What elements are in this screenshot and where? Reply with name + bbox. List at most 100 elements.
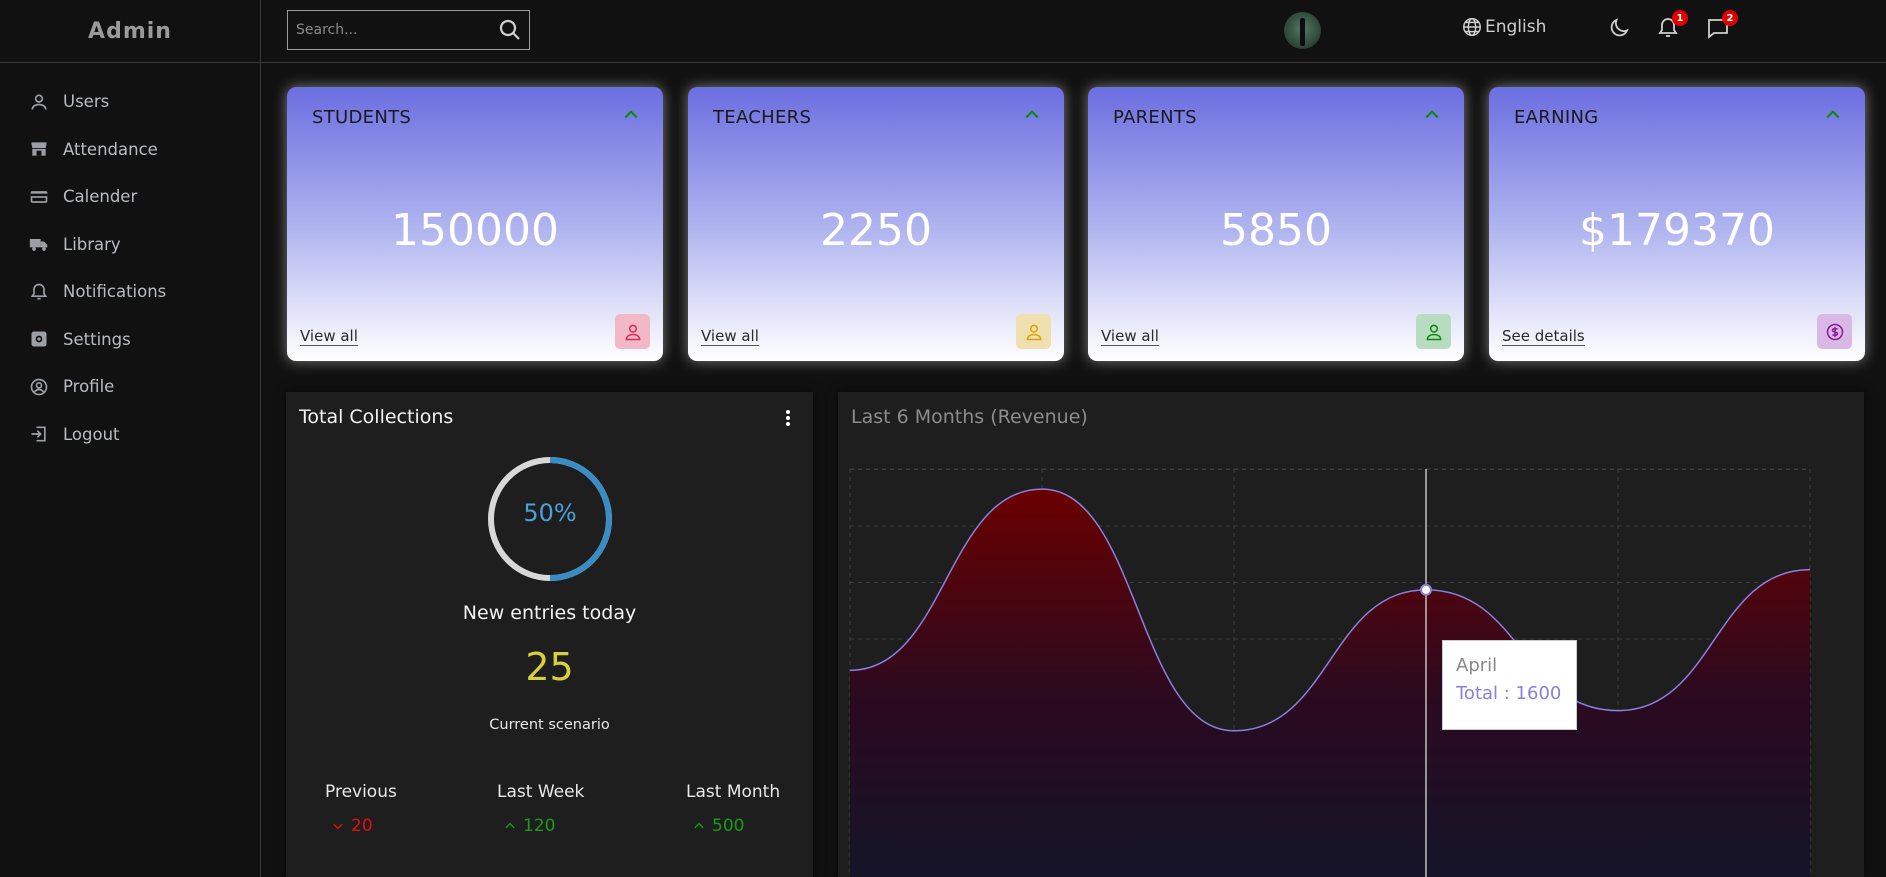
sidebar-nav: Users Attendance Calender Library Notifi… bbox=[0, 63, 260, 458]
theme-toggle-button[interactable] bbox=[1607, 16, 1631, 40]
globe-icon bbox=[1463, 18, 1481, 36]
card-title: EARNING bbox=[1514, 107, 1599, 128]
revenue-chart-panel: Last 6 Months (Revenue) April Total : 16… bbox=[838, 392, 1864, 877]
total-collections-panel: Total Collections 50% New entries today … bbox=[286, 392, 813, 877]
language-selector[interactable]: English bbox=[1461, 16, 1546, 38]
card-title: PARENTS bbox=[1113, 107, 1197, 128]
progress-label: 50% bbox=[523, 499, 577, 527]
card-icon-box bbox=[1016, 314, 1051, 349]
stat-value-row: 20 bbox=[325, 816, 397, 836]
gear-icon bbox=[31, 331, 47, 347]
stat-last-week: Last Week 120 bbox=[497, 782, 584, 836]
stat-label: Last Month bbox=[686, 782, 781, 802]
app-root: Admin Users Attendance Calender Library … bbox=[0, 0, 1886, 877]
user-icon bbox=[31, 94, 47, 110]
sidebar-item-notifications[interactable]: Notifications bbox=[0, 268, 260, 316]
progress-ring: 50% bbox=[486, 455, 614, 583]
revenue-chart bbox=[849, 468, 1811, 877]
card-title: TEACHERS bbox=[713, 107, 812, 128]
stat-last-month: Last Month 500 bbox=[686, 782, 780, 836]
search-box bbox=[287, 10, 530, 50]
notifications-button[interactable]: 1 bbox=[1656, 10, 1688, 40]
stat-label: Last Week bbox=[497, 782, 585, 802]
chevron-up-icon bbox=[694, 822, 704, 829]
stat-value: 500 bbox=[712, 816, 745, 836]
messages-button[interactable]: 2 bbox=[1706, 10, 1738, 40]
bell-icon bbox=[30, 283, 48, 300]
sidebar: Admin Users Attendance Calender Library … bbox=[0, 0, 261, 877]
search-input[interactable] bbox=[288, 22, 498, 38]
card-value: 5850 bbox=[1220, 205, 1332, 256]
sidebar-item-attendance[interactable]: Attendance bbox=[0, 126, 260, 174]
user-icon bbox=[1426, 324, 1441, 340]
chart-title: Last 6 Months (Revenue) bbox=[851, 406, 1088, 428]
sidebar-item-label: Attendance bbox=[63, 139, 158, 159]
chart-tooltip: April Total : 1600 bbox=[1442, 640, 1577, 730]
notifications-badge: 1 bbox=[1672, 10, 1688, 26]
chevron-up-icon bbox=[505, 822, 515, 829]
sidebar-item-logout[interactable]: Logout bbox=[0, 411, 260, 459]
card-parents: PARENTS 5850 View all bbox=[1088, 87, 1464, 361]
sidebar-item-settings[interactable]: Settings bbox=[0, 316, 260, 364]
sidebar-item-label: Profile bbox=[63, 377, 115, 397]
sidebar-item-label: Settings bbox=[63, 329, 131, 349]
view-all-link[interactable]: View all bbox=[1101, 327, 1159, 346]
brand-name: Admin bbox=[88, 18, 172, 44]
sidebar-item-label: Calender bbox=[63, 187, 138, 207]
brand[interactable]: Admin bbox=[0, 0, 260, 63]
messages-badge: 2 bbox=[1722, 10, 1738, 26]
chevron-up-icon bbox=[1823, 105, 1843, 125]
view-all-link[interactable]: View all bbox=[300, 327, 358, 346]
card-earning: EARNING $179370 See details bbox=[1489, 87, 1865, 361]
user-icon bbox=[625, 324, 640, 340]
search-icon[interactable] bbox=[498, 18, 522, 42]
sidebar-item-profile[interactable]: Profile bbox=[0, 363, 260, 411]
card-icon-box bbox=[615, 314, 650, 349]
card-students: STUDENTS 150000 View all bbox=[287, 87, 663, 361]
user-circle-icon bbox=[30, 378, 48, 396]
chevron-down-icon bbox=[333, 823, 343, 830]
topbar bbox=[261, 0, 1886, 63]
sidebar-item-label: Logout bbox=[63, 424, 120, 444]
credit-card-icon bbox=[30, 190, 48, 203]
scenario-label: Current scenario bbox=[489, 717, 610, 733]
tooltip-month: April bbox=[1456, 655, 1498, 676]
revenue-area bbox=[850, 489, 1810, 877]
language-label: English bbox=[1485, 17, 1547, 37]
logout-icon bbox=[31, 426, 46, 442]
card-value: $179370 bbox=[1579, 205, 1775, 256]
avatar[interactable] bbox=[1284, 12, 1321, 49]
data-point-highlight bbox=[1420, 583, 1432, 596]
tooltip-total: Total : 1600 bbox=[1456, 683, 1562, 704]
stat-value: 20 bbox=[351, 816, 373, 836]
stat-value-row: 120 bbox=[497, 816, 584, 836]
chevron-up-icon bbox=[1422, 105, 1442, 125]
truck-icon bbox=[29, 239, 48, 252]
card-value: 150000 bbox=[391, 205, 559, 256]
store-icon bbox=[31, 142, 47, 156]
card-icon-box bbox=[1817, 314, 1852, 349]
sidebar-item-library[interactable]: Library bbox=[0, 221, 260, 269]
card-teachers: TEACHERS 2250 View all bbox=[688, 87, 1064, 361]
card-title: STUDENTS bbox=[312, 107, 412, 128]
sidebar-item-calender[interactable]: Calender bbox=[0, 173, 260, 221]
card-value: 2250 bbox=[820, 205, 932, 256]
more-vertical-icon[interactable] bbox=[785, 410, 791, 428]
sidebar-item-label: Notifications bbox=[63, 282, 167, 302]
sidebar-item-label: Users bbox=[63, 92, 110, 112]
subtitle: New entries today bbox=[462, 602, 637, 624]
panel-title: Total Collections bbox=[299, 406, 454, 428]
card-icon-box bbox=[1416, 314, 1451, 349]
sidebar-item-label: Library bbox=[63, 234, 121, 254]
dollar-icon bbox=[1826, 323, 1843, 340]
stat-previous: Previous 20 bbox=[325, 782, 397, 836]
sidebar-item-users[interactable]: Users bbox=[0, 78, 260, 126]
stat-value: 120 bbox=[523, 816, 556, 836]
stat-value-row: 500 bbox=[686, 816, 780, 836]
chevron-up-icon bbox=[621, 105, 641, 125]
see-details-link[interactable]: See details bbox=[1502, 327, 1585, 346]
stat-label: Previous bbox=[325, 782, 397, 802]
user-icon bbox=[1026, 324, 1041, 340]
view-all-link[interactable]: View all bbox=[701, 327, 759, 346]
moon-icon bbox=[1610, 18, 1629, 37]
